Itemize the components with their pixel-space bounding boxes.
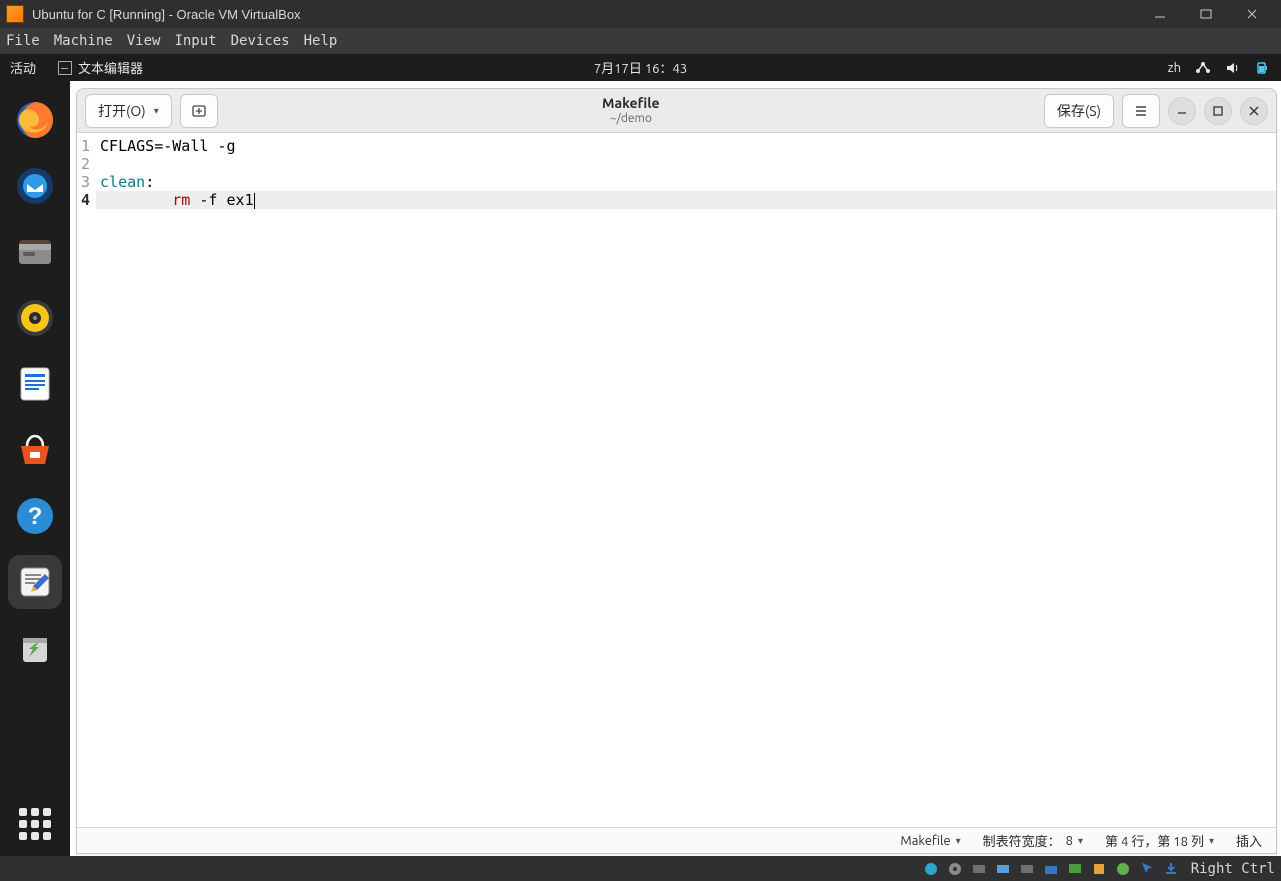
- vb-network-icon[interactable]: [993, 859, 1013, 879]
- dock-writer[interactable]: [8, 357, 62, 411]
- editor-title-area: Makefile ~/demo: [226, 96, 1036, 125]
- open-button[interactable]: 打开(O) ▾: [85, 94, 172, 128]
- chevron-down-icon: ▾: [1209, 835, 1214, 847]
- editor-close-button[interactable]: [1240, 97, 1268, 125]
- vb-optical-icon[interactable]: [945, 859, 965, 879]
- dock-help[interactable]: ?: [8, 489, 62, 543]
- menu-view[interactable]: View: [127, 33, 161, 49]
- dock-software[interactable]: [8, 423, 62, 477]
- code-area[interactable]: 1234 CFLAGS=-Wall -gclean: rm -f ex1: [77, 133, 1276, 827]
- menu-machine[interactable]: Machine: [54, 33, 113, 49]
- virtualbox-titlebar: Ubuntu for C [Running] - Oracle VM Virtu…: [0, 0, 1281, 28]
- line-col-label: 第 4 行，第 18 列: [1105, 831, 1204, 850]
- line-col-indicator[interactable]: 第 4 行，第 18 列 ▾: [1105, 831, 1214, 850]
- menu-devices[interactable]: Devices: [231, 33, 290, 49]
- language-label: Makefile: [900, 834, 950, 848]
- dock-trash[interactable]: [8, 621, 62, 675]
- minimize-button[interactable]: [1137, 0, 1183, 28]
- dock-rhythmbox[interactable]: [8, 291, 62, 345]
- virtualbox-icon: [6, 5, 24, 23]
- editor-minimize-button[interactable]: [1168, 97, 1196, 125]
- vb-audio-icon[interactable]: [969, 859, 989, 879]
- editor-statusbar: Makefile ▾ 制表符宽度： 8 ▾ 第 4 行，第 18 列 ▾ 插入: [77, 827, 1276, 853]
- hamburger-icon: [1133, 103, 1149, 119]
- app-icon: [58, 61, 72, 75]
- vb-processor-icon[interactable]: [1113, 859, 1133, 879]
- new-tab-icon: [191, 103, 207, 119]
- power-icon[interactable]: [1255, 60, 1271, 76]
- host-key-label: Right Ctrl: [1191, 861, 1275, 877]
- editor-headerbar: 打开(O) ▾ Makefile ~/demo 保存(S): [77, 89, 1276, 133]
- close-button[interactable]: [1229, 0, 1275, 28]
- tab-width-value: 8: [1066, 834, 1073, 848]
- insert-indicator[interactable]: 插入: [1236, 831, 1262, 850]
- vb-hdd-icon[interactable]: [921, 859, 941, 879]
- save-button-label: 保存(S): [1057, 101, 1101, 121]
- ime-indicator[interactable]: zh: [1168, 61, 1181, 75]
- tab-width-selector[interactable]: 制表符宽度： 8 ▾: [983, 831, 1083, 850]
- language-selector[interactable]: Makefile ▾: [900, 834, 960, 848]
- dock-firefox[interactable]: [8, 93, 62, 147]
- chevron-down-icon: ▾: [1078, 835, 1083, 847]
- hamburger-menu[interactable]: [1122, 94, 1160, 128]
- vb-usb-icon[interactable]: [1017, 859, 1037, 879]
- editor-maximize-button[interactable]: [1204, 97, 1232, 125]
- menu-input[interactable]: Input: [174, 33, 216, 49]
- text-editor-window: 打开(O) ▾ Makefile ~/demo 保存(S) 1234 CFLAG…: [76, 88, 1277, 854]
- tab-width-label: 制表符宽度：: [983, 831, 1061, 850]
- vb-recording-icon[interactable]: [1089, 859, 1109, 879]
- vb-shared-folder-icon[interactable]: [1041, 859, 1061, 879]
- app-menu[interactable]: 文本编辑器: [58, 58, 143, 77]
- network-icon[interactable]: [1195, 60, 1211, 76]
- save-button[interactable]: 保存(S): [1044, 94, 1114, 128]
- maximize-button[interactable]: [1183, 0, 1229, 28]
- dock-text-editor[interactable]: [8, 555, 62, 609]
- ubuntu-topbar: 活动 文本编辑器 7月17日 16：43 zh: [0, 54, 1281, 81]
- document-title: Makefile: [226, 96, 1036, 111]
- dock-thunderbird[interactable]: [8, 159, 62, 213]
- virtualbox-statusbar: Right Ctrl: [0, 856, 1281, 881]
- menu-help[interactable]: Help: [304, 33, 338, 49]
- vb-keyboard-icon[interactable]: [1161, 859, 1181, 879]
- svg-text:?: ?: [28, 503, 43, 530]
- new-tab-button[interactable]: [180, 94, 218, 128]
- code-content: CFLAGS=-Wall -gclean: rm -f ex1: [96, 137, 1276, 827]
- virtualbox-menubar: File Machine View Input Devices Help: [0, 28, 1281, 54]
- dock-apps-grid[interactable]: [0, 808, 70, 840]
- line-number-gutter: 1234: [77, 137, 96, 827]
- window-title: Ubuntu for C [Running] - Oracle VM Virtu…: [32, 7, 301, 22]
- dock-files[interactable]: [8, 225, 62, 279]
- chevron-down-icon: ▾: [154, 105, 159, 117]
- menu-file[interactable]: File: [6, 33, 40, 49]
- document-subtitle: ~/demo: [226, 112, 1036, 125]
- chevron-down-icon: ▾: [956, 835, 961, 847]
- vb-mouse-icon[interactable]: [1137, 859, 1157, 879]
- clock[interactable]: 7月17日 16：43: [594, 58, 687, 77]
- app-name: 文本编辑器: [78, 58, 143, 77]
- open-button-label: 打开(O): [98, 101, 146, 121]
- ubuntu-dock: ?: [0, 81, 70, 856]
- sound-icon[interactable]: [1225, 60, 1241, 76]
- vb-display-icon[interactable]: [1065, 859, 1085, 879]
- activities-button[interactable]: 活动: [10, 58, 36, 77]
